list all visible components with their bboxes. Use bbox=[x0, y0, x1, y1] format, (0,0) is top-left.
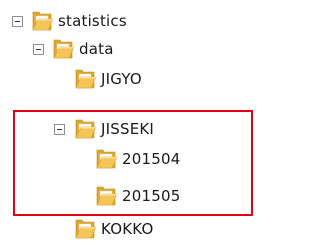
folder-icon bbox=[51, 38, 75, 60]
tree-item-label: KOKKO bbox=[101, 220, 154, 238]
tree-item-kokko[interactable]: KOKKO bbox=[0, 216, 200, 242]
highlight-box bbox=[13, 110, 253, 216]
tree-item-label: JIGYO bbox=[101, 70, 142, 88]
collapse-toggle-icon[interactable] bbox=[33, 44, 44, 55]
tree-item-statistics[interactable]: statistics bbox=[0, 8, 200, 34]
tree-item-label: data bbox=[79, 40, 114, 58]
tree-item-data[interactable]: data bbox=[0, 36, 200, 62]
folder-icon bbox=[30, 10, 54, 32]
collapse-toggle-icon[interactable] bbox=[12, 16, 23, 27]
tree-item-label: statistics bbox=[58, 12, 127, 30]
folder-icon bbox=[73, 218, 97, 240]
tree-item-jigyo[interactable]: JIGYO bbox=[0, 66, 200, 92]
folder-icon bbox=[73, 68, 97, 90]
